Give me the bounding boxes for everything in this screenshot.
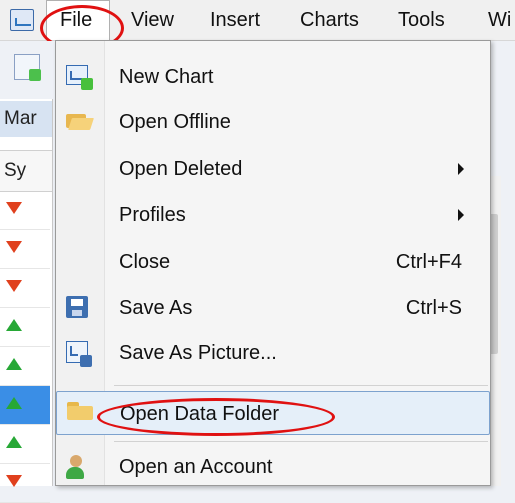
menu-item-save-as-picture[interactable]: Save As Picture... bbox=[56, 331, 490, 375]
menu-item-save-as[interactable]: Save As Ctrl+S bbox=[56, 286, 490, 330]
menu-item-new-chart[interactable]: New Chart bbox=[56, 55, 490, 99]
market-watch-row[interactable] bbox=[0, 230, 50, 269]
menu-item-label: Open Deleted bbox=[119, 158, 243, 180]
market-watch-row[interactable] bbox=[0, 269, 50, 308]
symbol-column-header[interactable]: Sy bbox=[0, 150, 52, 192]
menu-view[interactable]: View bbox=[131, 0, 174, 40]
submenu-arrow-icon bbox=[458, 163, 464, 175]
menu-item-open-account[interactable]: Open an Account bbox=[56, 445, 490, 489]
up-arrow-icon bbox=[6, 358, 22, 370]
down-arrow-icon bbox=[6, 202, 22, 214]
market-watch-row[interactable] bbox=[0, 308, 50, 347]
account-icon bbox=[66, 455, 90, 479]
menu-item-open-data-folder[interactable]: Open Data Folder bbox=[56, 391, 490, 436]
save-icon bbox=[66, 296, 88, 318]
menu-item-open-offline[interactable]: Open Offline bbox=[56, 100, 490, 144]
up-arrow-icon bbox=[6, 319, 22, 331]
menu-insert[interactable]: Insert bbox=[210, 0, 260, 40]
menu-charts[interactable]: Charts bbox=[300, 0, 359, 40]
menu-separator bbox=[114, 441, 488, 442]
menu-item-label: Open Offline bbox=[119, 111, 231, 133]
down-arrow-icon bbox=[6, 280, 22, 292]
new-chart-icon bbox=[66, 65, 93, 90]
shortcut-label: Ctrl+S bbox=[405, 297, 462, 319]
menu-item-label: New Chart bbox=[119, 66, 214, 88]
file-menu-dropdown: New Chart Open Offline Open Deleted Prof… bbox=[55, 40, 491, 486]
up-arrow-icon bbox=[6, 397, 22, 409]
menu-window[interactable]: Wi bbox=[488, 0, 511, 40]
down-arrow-icon bbox=[6, 241, 22, 253]
open-data-folder-annotation-ellipse bbox=[97, 398, 335, 436]
down-arrow-icon bbox=[6, 475, 22, 487]
menu-item-label: Profiles bbox=[119, 204, 186, 226]
market-watch-row[interactable] bbox=[0, 425, 50, 464]
market-watch-tab[interactable]: Mar bbox=[0, 101, 52, 137]
menu-item-label: Open an Account bbox=[119, 456, 273, 478]
menu-item-label: Save As bbox=[119, 297, 193, 319]
submenu-arrow-icon bbox=[458, 209, 464, 221]
up-arrow-icon bbox=[6, 436, 22, 448]
folder-icon bbox=[67, 402, 93, 420]
folder-open-icon bbox=[66, 110, 92, 130]
menu-item-close[interactable]: Close Ctrl+F4 bbox=[56, 240, 490, 284]
market-watch-row[interactable] bbox=[0, 191, 50, 230]
menu-item-profiles[interactable]: Profiles bbox=[56, 193, 490, 237]
menu-item-label: Save As Picture... bbox=[119, 342, 277, 364]
menu-item-label: Close bbox=[119, 251, 171, 273]
menu-separator bbox=[114, 385, 488, 386]
save-picture-icon bbox=[66, 341, 92, 367]
market-watch-row[interactable] bbox=[0, 386, 50, 425]
shortcut-label: Ctrl+F4 bbox=[395, 251, 462, 273]
market-watch-row[interactable] bbox=[0, 464, 50, 503]
new-chart-toolbar-icon[interactable] bbox=[14, 54, 41, 81]
menu-item-open-deleted[interactable]: Open Deleted bbox=[56, 147, 490, 191]
app-chart-icon[interactable] bbox=[10, 9, 34, 31]
menu-tools[interactable]: Tools bbox=[398, 0, 445, 40]
market-watch-row[interactable] bbox=[0, 347, 50, 386]
